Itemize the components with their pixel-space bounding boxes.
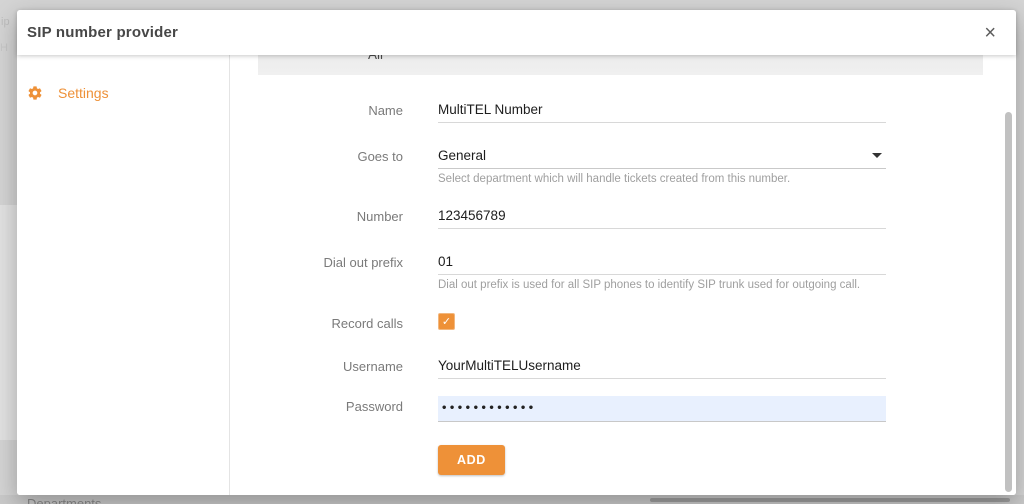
username-input[interactable] xyxy=(438,356,886,379)
goes-to-selected-value: General xyxy=(438,148,486,163)
tab-strip: All xyxy=(258,55,983,75)
backdrop-text-fragment: H xyxy=(0,42,8,54)
departments-label: Departments xyxy=(27,496,101,504)
name-input[interactable] xyxy=(438,100,886,123)
dialog-sidebar: Settings xyxy=(17,55,230,495)
dial-out-prefix-helper-text: Dial out prefix is used for all SIP phon… xyxy=(438,279,886,291)
record-calls-label: Record calls xyxy=(230,313,403,331)
form-row-goes-to: Goes to General Select department which … xyxy=(230,146,1016,185)
form-row-name: Name xyxy=(230,100,1016,123)
sidebar-item-settings[interactable]: Settings xyxy=(17,85,229,101)
backdrop-bar xyxy=(650,498,1010,502)
checkmark-icon: ✓ xyxy=(442,315,451,328)
form-row-password: Password xyxy=(230,396,1016,422)
form-row-number: Number xyxy=(230,206,1016,229)
username-label: Username xyxy=(230,356,403,379)
tab-all[interactable]: All xyxy=(368,55,383,62)
goes-to-helper-text: Select department which will handle tick… xyxy=(438,173,886,185)
dial-out-prefix-input[interactable] xyxy=(438,252,886,275)
form-row-dial-out-prefix: Dial out prefix Dial out prefix is used … xyxy=(230,252,1016,291)
form-row-submit: ADD xyxy=(230,445,1016,475)
dialog-body: Settings All Name Goes to Gen xyxy=(17,55,1016,495)
password-input[interactable] xyxy=(438,396,886,422)
add-button[interactable]: ADD xyxy=(438,445,505,475)
form-row-username: Username xyxy=(230,356,1016,379)
sidebar-item-label: Settings xyxy=(58,85,109,101)
backdrop-bottom-strip: Departments xyxy=(0,495,1024,504)
form-row-record-calls: Record calls ✓ xyxy=(230,313,1016,331)
dialog-header: SIP number provider × xyxy=(17,10,1016,55)
name-label: Name xyxy=(230,100,403,123)
sip-provider-form: Name Goes to General Select department w… xyxy=(230,100,1016,475)
dialog-content: All Name Goes to General xyxy=(230,55,1016,495)
number-input[interactable] xyxy=(438,206,886,229)
backdrop-text-fragment: ip xyxy=(1,16,10,28)
goes-to-label: Goes to xyxy=(230,146,403,185)
gear-icon xyxy=(27,85,43,101)
dropdown-arrow-icon xyxy=(872,153,882,158)
password-label: Password xyxy=(230,396,403,422)
dialog-scrollbar[interactable] xyxy=(1005,112,1012,492)
goes-to-select[interactable]: General xyxy=(438,146,886,169)
dialog-title: SIP number provider xyxy=(27,24,178,41)
dial-out-prefix-label: Dial out prefix xyxy=(230,252,403,291)
close-icon[interactable]: × xyxy=(980,21,1000,45)
record-calls-checkbox[interactable]: ✓ xyxy=(438,313,455,330)
sip-number-provider-dialog: SIP number provider × Settings All Name xyxy=(17,10,1016,495)
backdrop-left-panel xyxy=(0,205,17,440)
number-label: Number xyxy=(230,206,403,229)
